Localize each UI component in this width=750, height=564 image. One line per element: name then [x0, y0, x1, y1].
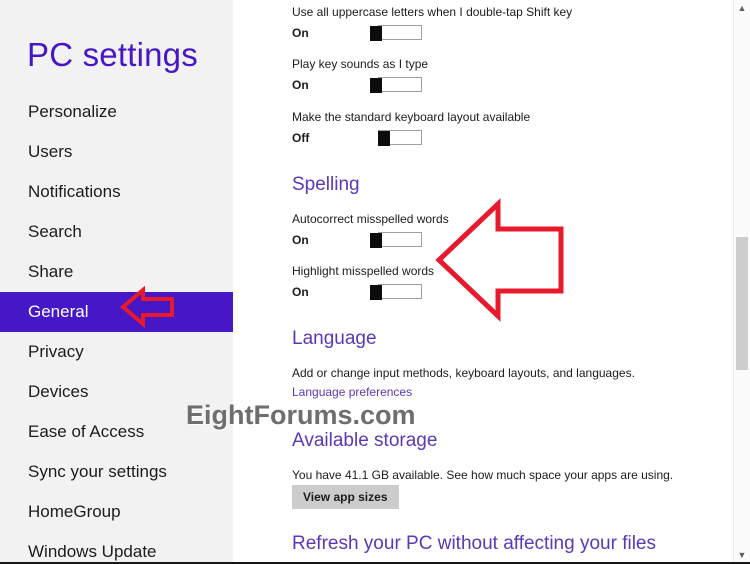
- toggle-state-label: On: [292, 233, 309, 247]
- toggle-row: On: [292, 77, 428, 93]
- toggle-knob: [370, 233, 382, 248]
- toggle-knob: [370, 78, 382, 93]
- setting-block-standard-keyboard-layout: Make the standard keyboard layout availa…: [292, 110, 530, 146]
- available-storage-description: You have 41.1 GB available. See how much…: [292, 468, 674, 482]
- sidebar-item-label: Ease of Access: [28, 422, 145, 441]
- section-heading-available-storage: Available storage: [292, 430, 438, 451]
- toggle-state-label: On: [292, 285, 309, 299]
- toggle-state-label: On: [292, 26, 309, 40]
- sidebar-item-devices[interactable]: Devices: [0, 372, 233, 412]
- toggle-row: Off: [292, 130, 530, 146]
- sidebar-item-label: Privacy: [28, 342, 84, 361]
- setting-label: Highlight misspelled words: [292, 264, 435, 278]
- settings-content-pane: Use all uppercase letters when I double-…: [238, 0, 732, 564]
- toggle-switch-autocorrect[interactable]: [370, 232, 422, 248]
- section-heading-language: Language: [292, 328, 377, 349]
- sidebar-item-homegroup[interactable]: HomeGroup: [0, 492, 233, 532]
- sidebar-item-sync-your-settings[interactable]: Sync your settings: [0, 452, 233, 492]
- sidebar-item-label: General: [28, 302, 89, 321]
- settings-sidebar: PC settings Personalize Users Notification…: [0, 0, 233, 564]
- setting-label: Make the standard keyboard layout availa…: [292, 110, 531, 124]
- setting-label: Use all uppercase letters when I double-…: [292, 5, 573, 19]
- page-title: PC settings: [27, 36, 198, 73]
- vertical-scrollbar[interactable]: ▲ ▼: [733, 0, 750, 564]
- sidebar-item-label: Sync your settings: [28, 462, 167, 481]
- sidebar-item-share[interactable]: Share: [0, 252, 233, 292]
- toggle-row: On: [292, 232, 449, 248]
- toggle-switch-key-sounds[interactable]: [370, 77, 422, 93]
- sidebar-item-label: HomeGroup: [28, 502, 121, 521]
- setting-label: Play key sounds as I type: [292, 57, 429, 71]
- toggle-knob: [378, 131, 390, 146]
- scrollbar-thumb[interactable]: [736, 237, 748, 370]
- sidebar-item-label: Share: [28, 262, 74, 281]
- pc-settings-screen: PC settings Personalize Users Notification…: [0, 0, 750, 564]
- sidebar-item-label: Notifications: [28, 182, 121, 201]
- sidebar-item-label: Users: [28, 142, 73, 161]
- sidebar-item-users[interactable]: Users: [0, 132, 233, 172]
- sidebar-item-label: Search: [28, 222, 82, 241]
- toggle-row: On: [292, 25, 572, 41]
- scroll-up-arrow-icon[interactable]: ▲: [734, 0, 750, 17]
- toggle-row: On: [292, 284, 434, 300]
- toggle-state-label: On: [292, 78, 309, 92]
- sidebar-item-label: Personalize: [28, 102, 117, 121]
- toggle-switch-standard-keyboard-layout[interactable]: [378, 130, 422, 146]
- sidebar-item-notifications[interactable]: Notifications: [0, 172, 233, 212]
- setting-block-uppercase-shift: Use all uppercase letters when I double-…: [292, 5, 572, 41]
- sidebar-item-personalize[interactable]: Personalize: [0, 92, 233, 132]
- view-app-sizes-button[interactable]: View app sizes: [292, 485, 399, 509]
- section-heading-spelling: Spelling: [292, 174, 360, 195]
- language-preferences-link[interactable]: Language preferences: [292, 385, 412, 399]
- setting-block-key-sounds: Play key sounds as I type On: [292, 57, 428, 93]
- sidebar-item-ease-of-access[interactable]: Ease of Access: [0, 412, 233, 452]
- toggle-switch-uppercase-shift[interactable]: [370, 25, 422, 41]
- sidebar-item-privacy[interactable]: Privacy: [0, 332, 233, 372]
- setting-block-autocorrect: Autocorrect misspelled words On: [292, 212, 449, 248]
- toggle-knob: [370, 26, 382, 41]
- toggle-switch-highlight-misspelled[interactable]: [370, 284, 422, 300]
- settings-nav-list: Personalize Users Notifications Search Share…: [0, 92, 233, 564]
- setting-label: Autocorrect misspelled words: [292, 212, 449, 226]
- sidebar-item-label: Devices: [28, 382, 89, 401]
- setting-block-highlight-misspelled: Highlight misspelled words On: [292, 264, 434, 300]
- section-heading-refresh-pc: Refresh your PC without affecting your f…: [292, 533, 656, 554]
- toggle-state-label: Off: [292, 131, 310, 145]
- sidebar-item-windows-update[interactable]: Windows Update: [0, 532, 233, 564]
- sidebar-item-label: Windows Update: [28, 542, 157, 561]
- sidebar-item-general[interactable]: General: [0, 292, 233, 332]
- language-description: Add or change input methods, keyboard la…: [292, 366, 635, 380]
- sidebar-item-search[interactable]: Search: [0, 212, 233, 252]
- toggle-knob: [370, 285, 382, 300]
